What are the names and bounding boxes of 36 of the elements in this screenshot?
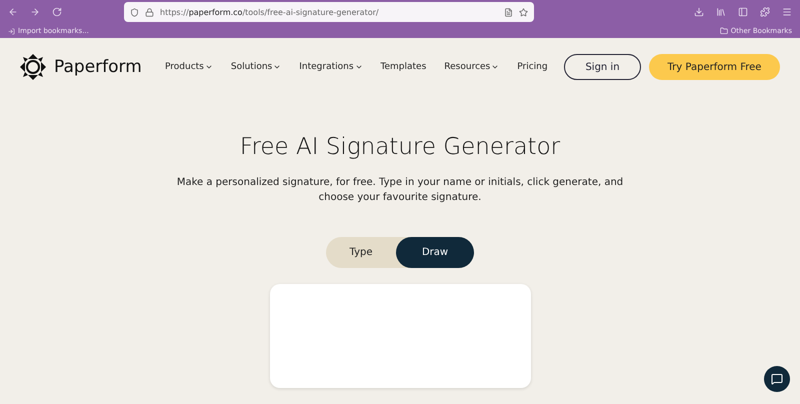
- sign-in-button[interactable]: Sign in: [564, 54, 641, 80]
- extensions-icon[interactable]: [760, 7, 770, 17]
- lock-icon: [145, 8, 154, 16]
- address-bar[interactable]: https://paperform.co/tools/free-ai-signature-generator/: [124, 2, 534, 22]
- caret-icon: [354, 63, 363, 71]
- mode-tab[interactable]: Draw: [396, 237, 474, 268]
- nav-link[interactable]: Solutions: [230, 62, 282, 72]
- download-icon[interactable]: [694, 7, 704, 17]
- subtitle: Make a personalized signature, for free. Type in your name or initials, click generate, and choose your favourite signature.: [176, 176, 624, 205]
- sidebar-icon[interactable]: [738, 7, 748, 17]
- nav-link[interactable]: Products: [165, 62, 213, 72]
- forward-icon[interactable]: [30, 7, 40, 17]
- try-free-button[interactable]: Try Paperform Free: [649, 54, 780, 80]
- shield-icon: [130, 8, 139, 16]
- logo-icon: [20, 54, 46, 80]
- logo-text[interactable]: Paperform: [54, 57, 142, 77]
- import-icon: [8, 28, 15, 34]
- caret-icon: [273, 63, 282, 71]
- folder-icon: [720, 27, 728, 35]
- back-icon[interactable]: [8, 7, 18, 17]
- caret-icon: [491, 63, 500, 71]
- nav-link[interactable]: Pricing: [517, 62, 548, 72]
- caret-icon: [204, 63, 213, 71]
- reload-icon[interactable]: [52, 7, 62, 17]
- url-text: https://paperform.co/tools/free-ai-signature-generator/: [160, 8, 380, 16]
- page-title: Free AI Signature Generator: [240, 134, 560, 160]
- nav-link[interactable]: Resources: [444, 62, 500, 72]
- mode-tab[interactable]: Type: [326, 237, 396, 268]
- chat-icon: [771, 373, 783, 385]
- chat-button[interactable]: [764, 366, 790, 392]
- star-icon[interactable]: [519, 8, 528, 16]
- reader-icon[interactable]: [504, 8, 513, 16]
- menu-icon[interactable]: [782, 7, 792, 17]
- library-icon[interactable]: [716, 7, 726, 17]
- nav-link[interactable]: Integrations: [299, 62, 363, 72]
- nav-link[interactable]: Templates: [380, 62, 426, 72]
